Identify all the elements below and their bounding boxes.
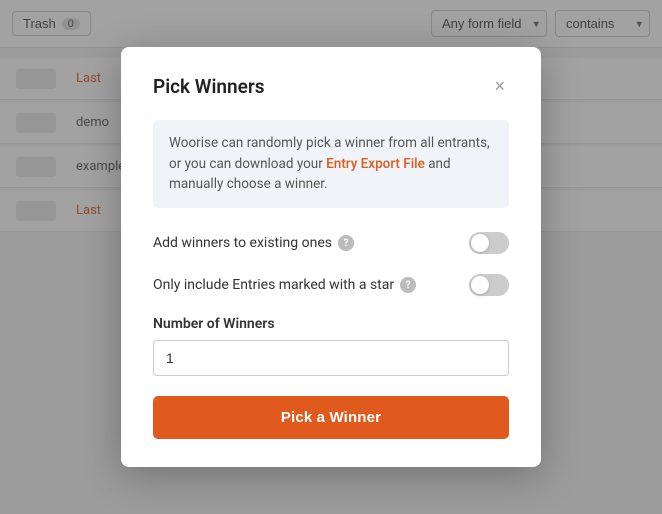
modal-info-box: Woorise can randomly pick a winner from … [153, 120, 509, 209]
pick-winner-button[interactable]: Pick a Winner [153, 396, 509, 439]
winners-field-group: Number of Winners [153, 316, 509, 376]
modal-close-button[interactable]: × [490, 75, 509, 97]
option2-label-text: Only include Entries marked with a star [153, 277, 394, 293]
pick-winners-modal: Pick Winners × Woorise can randomly pick… [121, 47, 541, 468]
option1-slider [469, 232, 509, 254]
option2-toggle[interactable] [469, 274, 509, 296]
option2-slider [469, 274, 509, 296]
modal-backdrop: Pick Winners × Woorise can randomly pick… [0, 0, 662, 514]
entry-export-link[interactable]: Entry Export File [326, 156, 425, 172]
option2-help-icon[interactable]: ? [400, 277, 416, 293]
option1-label-group: Add winners to existing ones ? [153, 235, 354, 251]
winners-label: Number of Winners [153, 316, 509, 332]
option1-toggle[interactable] [469, 232, 509, 254]
option1-label-text: Add winners to existing ones [153, 235, 332, 251]
option1-row: Add winners to existing ones ? [153, 232, 509, 254]
option2-row: Only include Entries marked with a star … [153, 274, 509, 296]
option2-label-group: Only include Entries marked with a star … [153, 277, 416, 293]
winners-input[interactable] [153, 340, 509, 376]
option1-help-icon[interactable]: ? [338, 235, 354, 251]
modal-header: Pick Winners × [153, 75, 509, 98]
modal-title: Pick Winners [153, 75, 264, 98]
